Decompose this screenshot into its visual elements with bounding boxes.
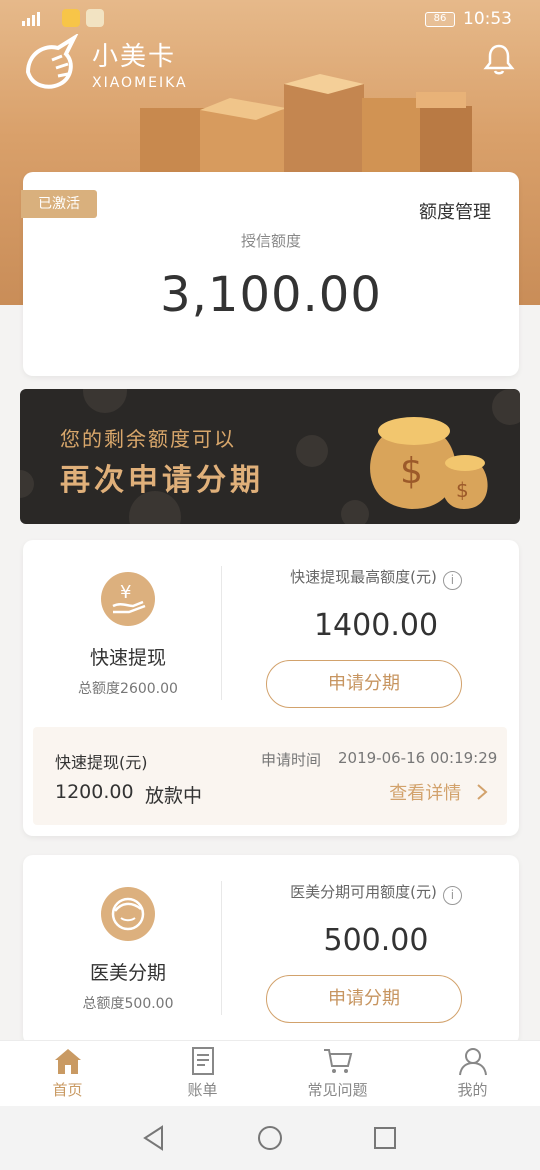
- max-limit-amount: 1400.00: [313, 608, 439, 643]
- product-total: 总额度2600.00: [78, 681, 178, 697]
- product-name: 快速提现: [89, 647, 166, 669]
- tab-label: 首页: [52, 1081, 83, 1099]
- quota-manage-link[interactable]: 额度管理: [419, 198, 491, 224]
- svg-text:¥: ¥: [120, 582, 131, 603]
- max-limit-amount: 500.00: [323, 923, 429, 958]
- loan-time-label: 申请时间: [261, 751, 322, 769]
- credit-limit-amount: 3,100.00: [160, 267, 382, 323]
- bottom-tab-bar: 首页 账单 常见问题 我的: [0, 1040, 540, 1106]
- recents-icon[interactable]: [371, 1124, 399, 1152]
- loan-status: 放款中: [145, 785, 203, 807]
- tab-label: 常见问题: [307, 1081, 368, 1099]
- credit-limit-label: 授信额度: [240, 232, 301, 250]
- banner-subtitle: 您的剩余额度可以: [60, 427, 236, 451]
- battery-icon: 86: [425, 11, 455, 27]
- app-notification-icon: [62, 9, 80, 27]
- view-details-link[interactable]: 查看详情: [389, 779, 489, 805]
- status-left: [20, 9, 104, 27]
- home-screen: 86 10:53 小美卡 XIAOMEIKA 已激活 额度管理 授信额度 3,1…: [0, 0, 540, 1170]
- max-limit-text: 医美分期可用额度(元): [290, 883, 437, 901]
- system-navigation-bar: [0, 1106, 540, 1170]
- svg-text:$: $: [400, 451, 423, 492]
- cart-icon: [323, 1049, 352, 1073]
- app-notification-icon: [86, 9, 104, 27]
- logo-title: 小美卡: [92, 41, 177, 72]
- chevron-right-icon: [477, 784, 488, 800]
- max-limit-label: 快速提现最高额度(元) i: [233, 566, 519, 590]
- tab-label: 我的: [457, 1081, 488, 1099]
- back-icon[interactable]: [140, 1124, 168, 1152]
- info-icon[interactable]: i: [442, 886, 462, 905]
- tab-bill[interactable]: 账单: [135, 1041, 270, 1106]
- home-circle-icon[interactable]: [256, 1124, 284, 1152]
- view-details-label: 查看详情: [389, 783, 462, 804]
- signal-icon: [22, 12, 40, 26]
- loan-record[interactable]: 快速提现(元) 申请时间 2019-06-16 00:19:29 1200.00…: [33, 727, 507, 825]
- credit-card: 已激活 额度管理 授信额度 3,100.00: [21, 172, 519, 376]
- face-icon: [101, 887, 155, 941]
- max-limit-text: 快速提现最高额度(元): [290, 568, 437, 586]
- banner-title: 再次申请分期: [60, 463, 264, 498]
- tab-home[interactable]: 首页: [0, 1041, 135, 1106]
- loan-title: 快速提现(元): [55, 753, 148, 772]
- status-right: 86 10:53: [425, 9, 512, 29]
- loan-time: 2019-06-16 00:19:29: [338, 749, 498, 767]
- promo-banner[interactable]: 您的剩余额度可以 再次申请分期 $ $: [20, 389, 520, 524]
- tab-faq[interactable]: 常见问题: [270, 1041, 405, 1106]
- user-icon: [458, 1048, 487, 1076]
- apply-installment-button[interactable]: 申请分期: [266, 660, 462, 708]
- unicorn-logo-icon: [25, 34, 79, 89]
- home-icon: [54, 1049, 81, 1074]
- product-total: 总额度500.00: [82, 996, 174, 1012]
- info-icon[interactable]: i: [442, 571, 462, 590]
- divider: [221, 881, 222, 1015]
- loan-amount: 1200.00: [55, 781, 134, 803]
- yuan-hand-icon: ¥: [101, 572, 155, 626]
- svg-text:$: $: [456, 478, 469, 502]
- apply-installment-button[interactable]: 申请分期: [266, 975, 462, 1023]
- quick-cash-card: ¥ 快速提现 总额度2600.00 快速提现最高额度(元) i 1400.00 申…: [23, 540, 519, 836]
- tab-label: 账单: [187, 1081, 218, 1099]
- activated-badge: 已激活: [21, 190, 97, 218]
- money-bag-icon: $ $: [370, 417, 488, 509]
- divider: [221, 566, 222, 700]
- tab-profile[interactable]: 我的: [405, 1041, 540, 1106]
- product-name: 医美分期: [89, 962, 166, 984]
- max-limit-label: 医美分期可用额度(元) i: [233, 881, 519, 905]
- status-bar: 86 10:53: [0, 0, 540, 34]
- bill-icon: [191, 1047, 214, 1075]
- medical-beauty-card: 医美分期 总额度500.00 医美分期可用额度(元) i 500.00 申请分期: [23, 855, 519, 1045]
- clock: 10:53: [463, 9, 512, 29]
